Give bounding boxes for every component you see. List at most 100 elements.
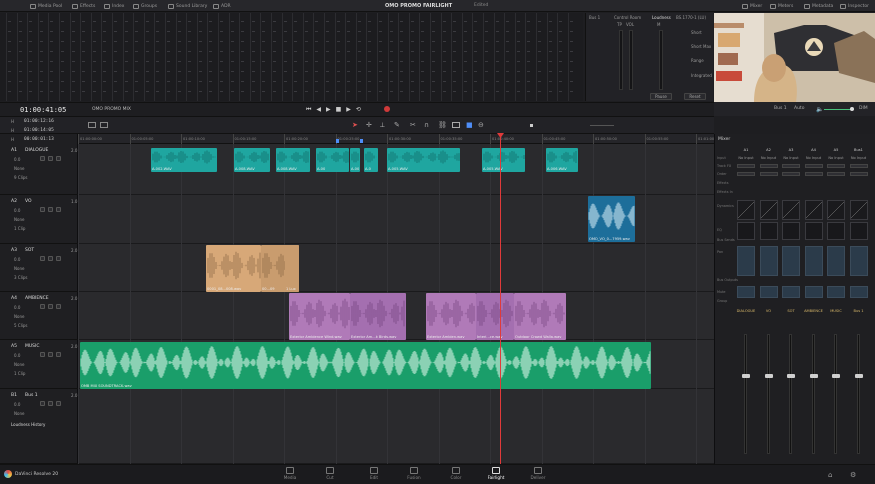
speaker-icon[interactable]: 🔈 <box>816 106 823 113</box>
flag-icon[interactable] <box>452 122 460 128</box>
mixer-track-fx[interactable] <box>827 164 845 168</box>
dialogue-clip[interactable]: A-00 <box>316 148 349 172</box>
pen-tool-icon[interactable]: ✎ <box>394 121 400 129</box>
mixer-dynamics-graph[interactable] <box>827 200 845 220</box>
mixer-eq-graph[interactable] <box>827 222 845 240</box>
track-volume[interactable]: 0.0 <box>14 208 20 213</box>
mixer-fader-handle[interactable] <box>787 374 795 378</box>
track-m-button[interactable] <box>56 401 61 406</box>
pause-button[interactable]: Pause <box>650 93 672 100</box>
ambience-clip[interactable]: Exterior Ambien.wav <box>426 293 476 340</box>
mixer-toggle[interactable]: Mixer <box>742 2 762 10</box>
dim-button[interactable]: DIM <box>859 106 868 111</box>
timeline-tracks[interactable]: A-002.WAV A-008.WAV A-008.WAV A-00 A-00 A-0 A-… <box>78 144 714 464</box>
meters-toggle[interactable]: Meters <box>770 2 793 10</box>
marker-icon[interactable]: ■ <box>466 121 473 129</box>
track-r-button[interactable] <box>40 401 45 406</box>
bus-selector[interactable]: Bus 1 <box>589 15 600 20</box>
track-volume[interactable]: 0.0 <box>14 257 20 262</box>
page-tab-cut[interactable]: Cut <box>307 466 353 483</box>
home-icon[interactable]: ⌂ <box>828 471 832 479</box>
auto-toggle[interactable]: Auto <box>794 106 804 111</box>
zoom-icon[interactable]: ⊖ <box>478 121 484 129</box>
track-m-button[interactable] <box>56 207 61 212</box>
music-clip[interactable]: OMB MIX SOUNDTRACK.wav <box>80 342 651 389</box>
track-volume[interactable]: 0.0 <box>14 402 20 407</box>
track-r-button[interactable] <box>40 352 45 357</box>
track-m-button[interactable] <box>56 304 61 309</box>
record-icon[interactable] <box>384 106 390 112</box>
track-name[interactable]: DIALOGUE <box>25 148 48 153</box>
track-volume[interactable]: 0.0 <box>14 157 20 162</box>
mixer-input[interactable]: No Input <box>735 156 757 160</box>
timeline-marker[interactable] <box>360 139 363 143</box>
track-name[interactable]: SOT <box>25 248 34 253</box>
page-tab-fusion[interactable]: Fusion <box>391 466 437 483</box>
mixer-eq-graph[interactable] <box>759 222 778 240</box>
viewer-bus[interactable]: Bus 1 <box>774 106 787 111</box>
vo-clip[interactable]: OMO_VO_0...7959.wav <box>588 196 635 242</box>
dialogue-clip[interactable]: A-008.WAV <box>234 148 270 172</box>
mixer-track-fx[interactable] <box>849 164 868 168</box>
track-s-button[interactable] <box>48 256 53 261</box>
mixer-eq-graph[interactable] <box>737 222 755 240</box>
mixer-bus-output[interactable] <box>804 286 823 298</box>
transport-controls[interactable]: ⏮◀▶■▶⟲ <box>306 106 366 114</box>
master-timecode[interactable]: 01:00:41:05 <box>20 106 66 114</box>
track-s-button[interactable] <box>48 401 53 406</box>
track-r-button[interactable] <box>40 207 45 212</box>
track-r-button[interactable] <box>40 256 45 261</box>
mixer-order[interactable] <box>759 172 778 176</box>
timeline-selector[interactable]: OMO PROMO MIX <box>92 107 131 112</box>
mixer-order[interactable] <box>782 172 800 176</box>
mixer-fader-track[interactable] <box>811 334 815 454</box>
dialogue-clip[interactable]: A-008.WAV <box>276 148 310 172</box>
mixer-track-fx[interactable] <box>782 164 800 168</box>
dialogue-clip[interactable]: A-002.WAV <box>151 148 217 172</box>
track-m-button[interactable] <box>56 156 61 161</box>
sot-clip[interactable]: 1 Lux <box>285 245 299 292</box>
loudness-standard[interactable]: BS.1770-1 (LU) <box>676 15 706 20</box>
mixer-bus-output[interactable] <box>782 286 800 298</box>
mixer-fader-track[interactable] <box>856 334 860 454</box>
groups-button[interactable]: Groups <box>133 2 157 10</box>
mixer-input[interactable]: No Input <box>825 156 847 160</box>
inspector-toggle[interactable]: Inspector <box>840 2 869 10</box>
mixer-eq-graph[interactable] <box>804 222 823 240</box>
metadata-toggle[interactable]: Metadata <box>804 2 833 10</box>
mixer-order[interactable] <box>827 172 845 176</box>
page-tab-deliver[interactable]: Deliver <box>515 466 561 483</box>
track-automation-mode[interactable]: None <box>14 314 24 319</box>
track-automation-mode[interactable]: None <box>14 166 24 171</box>
mixer-dynamics-graph[interactable] <box>759 200 778 220</box>
mixer-fader-track[interactable] <box>744 334 747 454</box>
timeline-view-icon[interactable] <box>88 122 96 128</box>
pointer-tool-icon[interactable]: ➤ <box>352 121 358 129</box>
mixer-order[interactable] <box>737 172 755 176</box>
adr-button[interactable]: ADR <box>213 2 231 10</box>
mixer-fader-handle[interactable] <box>764 374 773 378</box>
track-lane[interactable] <box>78 389 714 464</box>
dialogue-clip[interactable]: A-0 <box>364 148 378 172</box>
mixer-dynamics-graph[interactable] <box>737 200 755 220</box>
track-m-button[interactable] <box>56 256 61 261</box>
sound-library-button[interactable]: Sound Library <box>168 2 207 10</box>
mixer-pan-control[interactable] <box>804 246 823 276</box>
edit-point-icon[interactable]: ⟂ <box>380 121 385 130</box>
timeline-ruler[interactable]: 01:00:00:00 01:00:05:00 01:00:10:00 01:00:1… <box>78 134 720 144</box>
mixer-bus-output[interactable] <box>849 286 868 298</box>
track-automation-mode[interactable]: None <box>14 411 24 416</box>
ambience-clip[interactable]: Outdoor Crowd Walla.wav <box>514 293 566 340</box>
mixer-fader-handle[interactable] <box>854 374 863 378</box>
mixer-pan-control[interactable] <box>759 246 778 276</box>
mixer-eq-graph[interactable] <box>849 222 868 240</box>
mixer-fader-track[interactable] <box>789 334 792 454</box>
mixer-track-fx[interactable] <box>804 164 823 168</box>
mixer-pan-control[interactable] <box>827 246 845 276</box>
mixer-order[interactable] <box>849 172 868 176</box>
track-m-button[interactable] <box>56 352 61 357</box>
mixer-track-fx[interactable] <box>759 164 778 168</box>
timeline-zoom-slider[interactable] <box>590 125 614 126</box>
mixer-dynamics-graph[interactable] <box>849 200 868 220</box>
track-name[interactable]: MUSIC <box>25 344 40 349</box>
